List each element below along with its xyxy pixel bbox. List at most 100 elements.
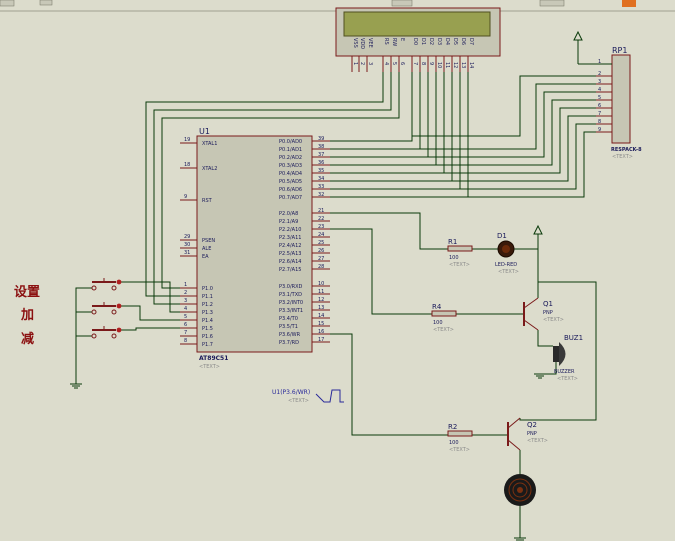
pin-number: 28 <box>318 264 324 270</box>
r4-text: <TEXT> <box>433 327 454 333</box>
rp1-pin-number: 9 <box>598 127 601 133</box>
pin-number: 18 <box>184 162 190 168</box>
pin-name: P1.3 <box>202 310 213 316</box>
pin-number: 34 <box>318 176 324 182</box>
pin-number: 12 <box>318 297 324 303</box>
label-set: 设置 <box>14 285 40 300</box>
r4-ref: R4 <box>432 303 442 311</box>
pin-name: P3.7/RD <box>279 340 299 346</box>
pin-name: P3.3/INT1 <box>279 308 303 314</box>
r4-resistor: R4 100 <TEXT> <box>431 303 457 333</box>
pin-number: 25 <box>318 240 324 246</box>
pin-number: 30 <box>184 242 190 248</box>
lcd-pin-number: 2 <box>359 62 365 65</box>
q1-part: PNP <box>543 310 553 316</box>
pin-number: 13 <box>318 305 324 311</box>
q2-transistor: Q2 PNP <TEXT> <box>507 417 548 451</box>
r4-value: 100 <box>433 320 443 326</box>
clock-probe-label: U1(P3.6/WR) <box>272 389 310 396</box>
pin-number: 24 <box>318 232 324 238</box>
lcd-pin-label: D0 <box>412 38 418 45</box>
buz1-text: <TEXT> <box>557 376 578 382</box>
rp1-pin-number: 5 <box>598 95 601 101</box>
rp1-pin-number: 2 <box>598 71 601 77</box>
lcd-pin-number: 10 <box>436 62 442 68</box>
lcd-pin-label: E <box>399 38 405 41</box>
pin-name: XTAL2 <box>202 166 217 172</box>
schematic-canvas: VSS 1 VDD 2 VEE 3 RS 4 RW 5 E 6 D0 7 D1 8 D2 9 D3 10 D4 11 D5 1… <box>0 0 675 541</box>
wire-2 <box>330 72 429 158</box>
pin-name: P0.1/AD1 <box>279 147 302 153</box>
r1-resistor: R1 100 <TEXT> <box>447 238 473 268</box>
pin-name: P1.5 <box>202 326 213 332</box>
pin-name: P0.5/AD5 <box>279 179 302 185</box>
pin-number: 1 <box>184 282 187 288</box>
rp1-pin-2: 2 <box>596 71 612 77</box>
pin-number: 7 <box>184 330 187 336</box>
wire-22 <box>330 212 448 250</box>
lcd-pin-number: 11 <box>444 62 450 68</box>
pin-name: P1.1 <box>202 294 213 300</box>
pin-number: 10 <box>318 281 324 287</box>
push-button-1 <box>82 278 122 291</box>
pin-name: P2.4/A12 <box>279 243 301 249</box>
pin-number: 31 <box>184 250 190 256</box>
wires <box>75 72 597 538</box>
lcd-pin-label: D2 <box>428 38 434 45</box>
rp1-respack: RP1 RESPACK-8 <TEXT> 123456789 <box>596 46 642 160</box>
lcd-pin-label: D7 <box>468 38 474 45</box>
pin-name: P2.6/A14 <box>279 259 301 265</box>
wire-21 <box>120 327 180 331</box>
wire-4 <box>330 72 445 174</box>
rp1-pin-number: 6 <box>598 103 601 109</box>
pin-name: P1.7 <box>202 342 213 348</box>
pin-name: P0.4/AD4 <box>279 171 302 177</box>
rp1-pin-9: 9 <box>596 127 612 133</box>
pin-name: P2.5/A13 <box>279 251 301 257</box>
pin-name: P0.0/AD0 <box>279 139 302 145</box>
pin-name: P3.4/T0 <box>279 316 298 322</box>
wire-10 <box>428 91 596 158</box>
pin-number: 33 <box>318 184 324 190</box>
clock-probe-text: <TEXT> <box>288 398 309 404</box>
lcd-module: VSS 1 VDD 2 VEE 3 RS 4 RW 5 E 6 D0 7 D1 8 D2 9 D3 10 D4 11 D5 1… <box>335 7 501 72</box>
buz1-part: BUZZER <box>554 369 575 375</box>
pin-number: 2 <box>184 290 187 296</box>
label-add: 加 <box>20 308 34 323</box>
pin-name: P2.1/A9 <box>279 219 298 225</box>
pin-number: 32 <box>318 192 324 198</box>
pin-number: 6 <box>184 322 187 328</box>
pin-name: XTAL1 <box>202 141 217 147</box>
rp1-part: RESPACK-8 <box>611 147 642 153</box>
r1-ref: R1 <box>448 238 457 246</box>
pin-name: P3.6/WR <box>279 332 301 338</box>
lcd-pin-label: D1 <box>420 38 426 45</box>
push-button-3 <box>82 326 122 339</box>
lcd-pin-number: 6 <box>399 62 405 65</box>
pin-name: P2.7/A15 <box>279 267 301 273</box>
ground-icon-2 <box>534 373 546 379</box>
pin-name: P2.0/A8 <box>279 211 298 217</box>
pin-name: EA <box>202 254 209 260</box>
wire-19 <box>120 281 180 313</box>
q1-transistor: Q1 PNP <TEXT> <box>523 297 564 331</box>
rp1-pin-number: 4 <box>598 87 601 93</box>
label-sub: 减 <box>21 331 34 347</box>
wire-29 <box>330 333 448 436</box>
pin-number: 26 <box>318 248 324 254</box>
rp1-text: <TEXT> <box>612 154 633 160</box>
rp1-pin-6: 6 <box>596 103 612 109</box>
lcd-pin-number: 14 <box>468 62 474 68</box>
pin-number: 35 <box>318 168 324 174</box>
pin-name: P3.1/TXD <box>279 292 302 298</box>
r1-text: <TEXT> <box>449 262 470 268</box>
pin-name: ALE <box>202 246 211 252</box>
lcd-pin-label: RS <box>383 38 389 45</box>
q2-part: PNP <box>527 431 537 437</box>
lcd-pin-number: 4 <box>383 62 389 65</box>
push-buttons <box>82 278 122 339</box>
clock-probe: U1(P3.6/WR) <TEXT> <box>272 389 344 404</box>
pin-name: PSEN <box>202 238 215 244</box>
mcu-part: AT89C51 <box>199 355 228 362</box>
q2-text: <TEXT> <box>527 438 548 444</box>
